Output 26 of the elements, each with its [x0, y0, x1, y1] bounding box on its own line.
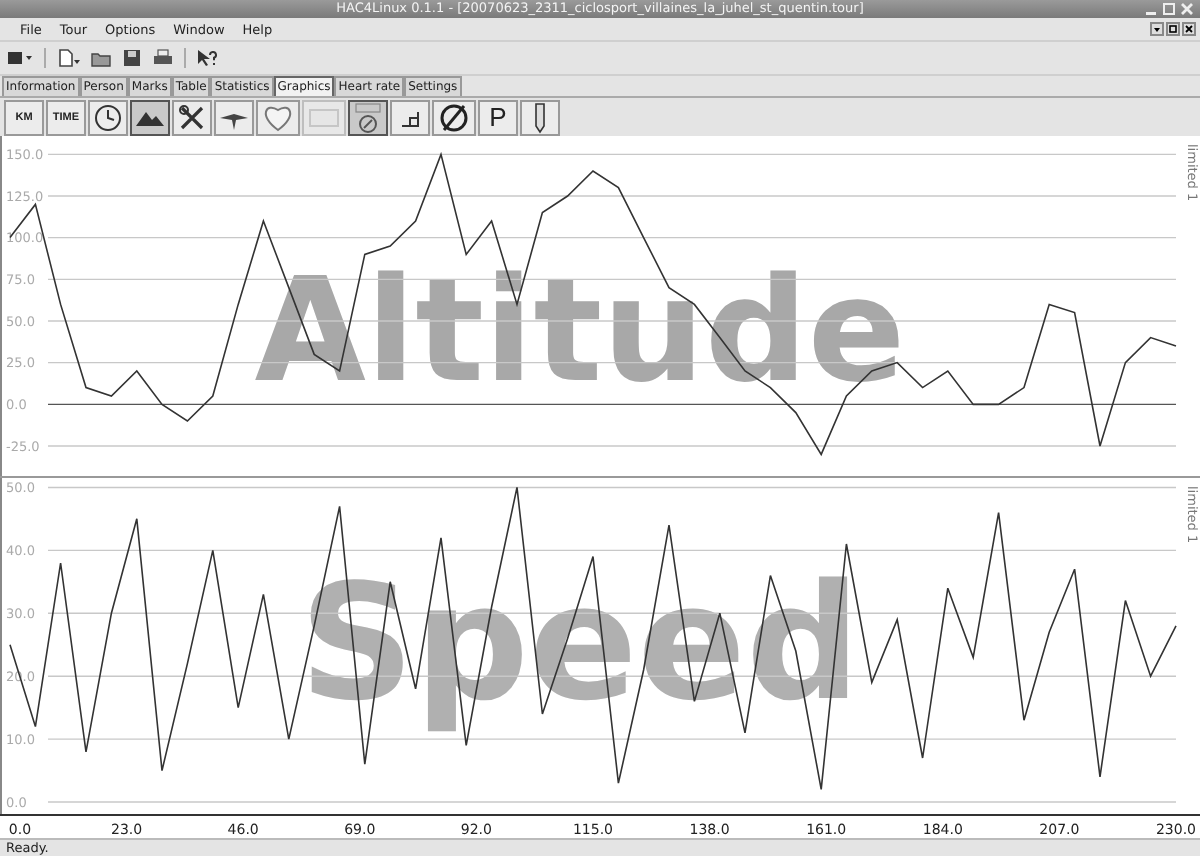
window-list-icon[interactable] [6, 48, 34, 68]
maximize-icon[interactable] [1162, 2, 1176, 16]
toolbar-button[interactable] [390, 99, 430, 135]
print-icon[interactable] [152, 48, 174, 68]
clock-icon [94, 103, 122, 131]
restore-icon[interactable] [1166, 22, 1180, 36]
new-document-icon[interactable] [56, 48, 80, 68]
compass-icon [438, 101, 470, 133]
rectangle-icon [308, 107, 340, 127]
open-folder-icon[interactable] [90, 48, 112, 68]
minimize-icon[interactable] [1150, 22, 1164, 36]
close-icon[interactable] [1182, 22, 1196, 36]
pencil-icon [534, 101, 546, 133]
help-cursor-icon[interactable] [196, 48, 218, 68]
toolbar-button[interactable] [214, 99, 254, 135]
toolbar-button[interactable] [348, 99, 388, 135]
save-icon[interactable] [122, 48, 142, 68]
toolbar-button[interactable] [432, 99, 476, 135]
crossed-tools-icon [178, 103, 206, 131]
p-button[interactable]: P [478, 99, 518, 135]
heart-icon [262, 103, 294, 131]
toolbar-button[interactable] [130, 99, 170, 135]
toolbar-button[interactable] [88, 99, 128, 135]
toolbar-button[interactable] [520, 99, 560, 135]
mountain-icon [136, 109, 164, 125]
toolbar-button[interactable] [172, 99, 212, 135]
